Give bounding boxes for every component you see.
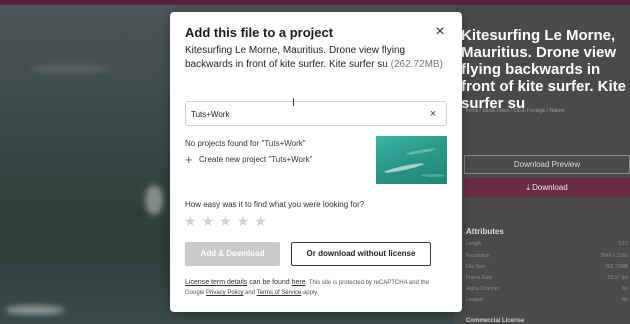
star-icon[interactable]: ★ (184, 214, 197, 228)
file-name: Kitesurfing Le Morne, Mauritius. Drone v… (185, 45, 406, 70)
plus-icon: + (185, 152, 193, 167)
terms-of-service-link[interactable]: Terms of Service (257, 290, 302, 296)
privacy-policy-link[interactable]: Privacy Policy (206, 290, 243, 296)
commercial-license-label: Commercial License (466, 318, 525, 324)
close-icon[interactable]: × (432, 24, 448, 40)
star-icon[interactable]: ★ (254, 214, 267, 228)
star-rating[interactable]: ★ ★ ★ ★ ★ (184, 214, 267, 228)
attribute-row: File Size 262.72MB (466, 264, 628, 270)
ease-question: How easy was it to find what you were lo… (185, 200, 365, 209)
license-here-link[interactable]: here (292, 279, 306, 286)
star-icon[interactable]: ★ (219, 214, 232, 228)
download-preview-button[interactable]: Download Preview (464, 155, 630, 174)
breadcrumb[interactable]: Items / Stock Video / Stock Footage / Na… (466, 108, 565, 114)
project-search-field[interactable]: × (185, 101, 447, 126)
attributes-title: Attributes (466, 227, 504, 236)
file-description: Kitesurfing Le Morne, Mauritius. Drone v… (185, 44, 447, 72)
attribute-row: Alpha Channel No (466, 286, 628, 292)
create-new-project-link[interactable]: + Create new project "Tuts+Work" (185, 152, 313, 167)
no-projects-message: No projects found for "Tuts+Work" (185, 139, 306, 148)
text-cursor-icon: I (292, 97, 296, 109)
attribute-row: Length 0:15 (466, 241, 628, 247)
license-terms-link[interactable]: License term details (185, 279, 247, 286)
clear-icon[interactable]: × (427, 107, 439, 121)
download-label: Download (532, 183, 568, 192)
create-new-project-label: Create new project "Tuts+Work" (199, 155, 313, 164)
attribute-row: Frame Rate 29.97 fps (466, 275, 628, 281)
star-icon[interactable]: ★ (202, 214, 215, 228)
star-icon[interactable]: ★ (237, 214, 250, 228)
attribute-row: Looped No (466, 297, 628, 303)
license-notice: License term details can be found here. … (185, 279, 429, 296)
file-thumbnail (376, 136, 447, 184)
item-title: Kitesurfing Le Morne, Mauritius. Drone v… (461, 27, 627, 112)
project-search-input[interactable] (191, 105, 416, 123)
attribute-row: Resolution 3840 x 2160 (466, 253, 628, 259)
add-and-download-button[interactable]: Add & Download (185, 242, 280, 266)
modal-title: Add this file to a project (185, 25, 334, 40)
download-without-license-button[interactable]: Or download without license (291, 242, 431, 266)
add-to-project-modal: Add this file to a project × Kitesurfing… (170, 12, 462, 312)
download-button[interactable]: ⤓ Download (464, 178, 630, 197)
file-size: (262.72MB) (390, 59, 443, 70)
